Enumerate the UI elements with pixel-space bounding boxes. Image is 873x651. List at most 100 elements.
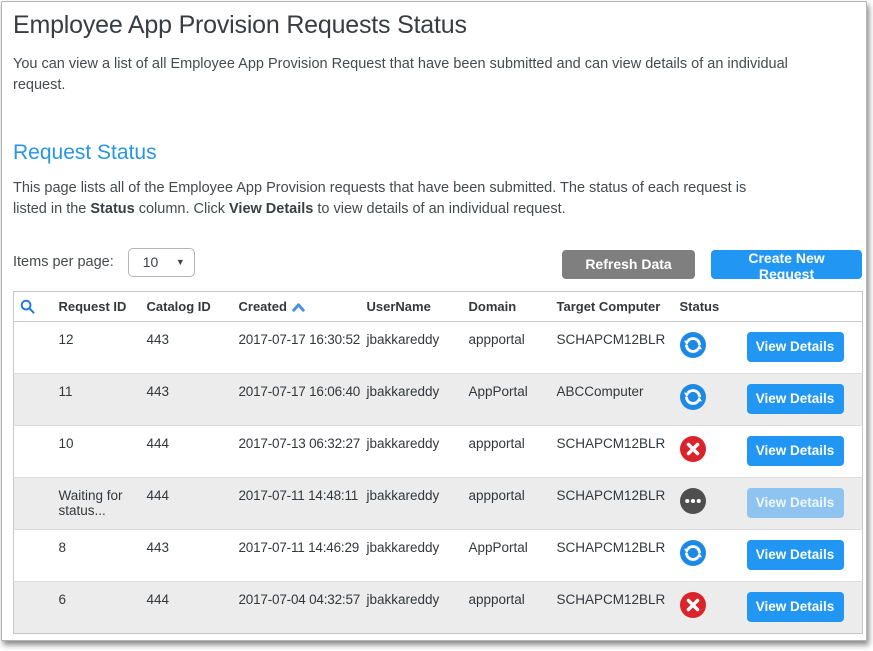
cell-created: 2017-07-11 14:46:29 [234,529,362,581]
cell-catalog-id: 444 [142,477,234,529]
cell-status [675,373,742,425]
cell-created: 2017-07-04 04:32:57 [234,581,362,633]
cell-action: View Details [742,373,863,425]
cell-domain: appportal [464,321,552,373]
table-row: 11 443 2017-07-17 16:06:40 jbakkareddy A… [14,373,863,425]
header-status[interactable]: Status [675,291,742,321]
search-column-cell [14,373,54,425]
cell-status [675,425,742,477]
desc-line-2-end: to view details of an individual request… [313,201,565,217]
search-column-cell [14,321,54,373]
cell-request-id: 6 [54,581,142,633]
header-request-id[interactable]: Request ID [54,291,142,321]
table-body: 12 443 2017-07-17 16:30:52 jbakkareddy a… [14,321,863,633]
view-details-button[interactable]: View Details [747,436,844,466]
intro-line-2: request. [13,77,65,93]
cell-target-computer: SCHAPCM12BLR [552,477,675,529]
search-column-cell [14,529,54,581]
cell-action: View Details [742,425,863,477]
cell-username: jbakkareddy [362,321,464,373]
error-icon [680,436,706,462]
cell-catalog-id: 443 [142,529,234,581]
create-new-request-button[interactable]: Create New Request [711,250,862,279]
cell-catalog-id: 444 [142,581,234,633]
view-details-button[interactable]: View Details [747,488,844,518]
cell-status [675,477,742,529]
cell-created: 2017-07-17 16:06:40 [234,373,362,425]
cell-username: jbakkareddy [362,425,464,477]
page-title: Employee App Provision Requests Status [13,11,862,40]
desc-line-2-start: listed in the [13,201,90,217]
desc-bold-status: Status [90,201,134,217]
search-column-cell [14,581,54,633]
cell-action: View Details [742,581,863,633]
cell-target-computer: SCHAPCM12BLR [552,425,675,477]
cell-status [675,321,742,373]
page-container: Employee App Provision Requests Status Y… [1,1,867,641]
ellipsis-icon [680,488,706,514]
header-actions [742,291,863,321]
cell-request-id: 12 [54,321,142,373]
header-username[interactable]: UserName [362,291,464,321]
sync-icon [680,384,706,410]
cell-request-id: Waiting for status... [54,477,142,529]
table-row: Waiting for status... 444 2017-07-11 14:… [14,477,863,529]
cell-catalog-id: 443 [142,321,234,373]
desc-line-2-mid: column. Click [135,201,229,217]
view-details-button[interactable]: View Details [747,384,844,414]
search-column-cell [14,425,54,477]
search-column-cell [14,477,54,529]
desc-line-1: This page lists all of the Employee App … [13,180,746,196]
view-details-button[interactable]: View Details [747,592,844,622]
controls-row: Items per page: 10 ▼ Refresh Data Create… [13,248,862,279]
header-catalog-id[interactable]: Catalog ID [142,291,234,321]
cell-action: View Details [742,529,863,581]
sync-icon [680,540,706,566]
cell-domain: appportal [464,477,552,529]
sort-ascending-icon [292,303,305,312]
table-row: 8 443 2017-07-11 14:46:29 jbakkareddy Ap… [14,529,863,581]
items-per-page-label: Items per page: [13,254,114,270]
header-target-computer[interactable]: Target Computer [552,291,675,321]
items-per-page-select[interactable]: 10 ▼ [128,248,195,277]
cell-username: jbakkareddy [362,373,464,425]
header-created[interactable]: Created [234,291,362,321]
cell-target-computer: ABCComputer [552,373,675,425]
cell-target-computer: SCHAPCM12BLR [552,529,675,581]
search-icon [19,298,36,315]
cell-created: 2017-07-17 16:30:52 [234,321,362,373]
view-details-button[interactable]: View Details [747,332,844,362]
cell-created: 2017-07-11 14:48:11 [234,477,362,529]
chevron-down-icon: ▼ [176,257,185,267]
header-domain[interactable]: Domain [464,291,552,321]
cell-request-id: 11 [54,373,142,425]
cell-request-id: 10 [54,425,142,477]
cell-status [675,529,742,581]
items-per-page-value: 10 [143,254,176,270]
cell-request-id: 8 [54,529,142,581]
table-row: 12 443 2017-07-17 16:30:52 jbakkareddy a… [14,321,863,373]
cell-username: jbakkareddy [362,477,464,529]
cell-created: 2017-07-13 06:32:27 [234,425,362,477]
section-description: This page lists all of the Employee App … [13,178,862,221]
cell-domain: appportal [464,581,552,633]
cell-target-computer: SCHAPCM12BLR [552,581,675,633]
view-details-button[interactable]: View Details [747,540,844,570]
requests-table: Request ID Catalog ID Created UserName D… [13,291,863,634]
cell-username: jbakkareddy [362,529,464,581]
cell-domain: appportal [464,425,552,477]
table-row: 6 444 2017-07-04 04:32:57 jbakkareddy ap… [14,581,863,633]
refresh-data-button[interactable]: Refresh Data [562,250,695,279]
cell-username: jbakkareddy [362,581,464,633]
items-per-page-control: Items per page: 10 ▼ [13,248,195,277]
cell-catalog-id: 443 [142,373,234,425]
cell-status [675,581,742,633]
cell-domain: AppPortal [464,529,552,581]
page-intro: You can view a list of all Employee App … [13,54,862,97]
error-icon [680,592,706,618]
header-search[interactable] [14,291,54,321]
desc-bold-view-details: View Details [229,201,313,217]
cell-action: View Details [742,477,863,529]
table-header-row: Request ID Catalog ID Created UserName D… [14,291,863,321]
cell-target-computer: SCHAPCM12BLR [552,321,675,373]
